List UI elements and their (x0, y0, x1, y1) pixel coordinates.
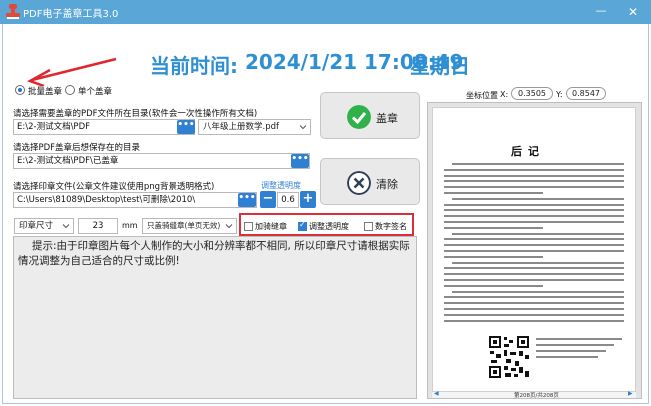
page-text-line (444, 203, 624, 206)
weekday-value: 星期日 (410, 54, 470, 78)
page-text-line (444, 238, 624, 241)
page-text-line (536, 350, 606, 352)
page-indicator: 第208页/共208页 (514, 393, 559, 399)
adjust-opacity-label[interactable]: 调整透明度 (309, 221, 349, 232)
stamp-file-input[interactable]: C:\Users\81089\Desktop\test\可删除\2010\ (13, 192, 257, 208)
next-page-button[interactable]: ▶ (628, 390, 633, 397)
page-text-line (444, 267, 624, 270)
page-text-line (452, 232, 624, 235)
output-browse-button[interactable]: ••• (291, 154, 309, 168)
page-text-line (452, 290, 624, 293)
page-text-line (452, 261, 624, 264)
page-text-line (444, 313, 624, 316)
page-text-line (444, 296, 624, 299)
prev-page-button[interactable]: ◀ (434, 390, 439, 397)
batch-mode-radio[interactable] (15, 85, 25, 95)
stamp-file-label: 请选择印章文件(公章文件建议使用png背景透明格式) (13, 182, 215, 192)
page-text-line (444, 209, 624, 212)
output-folder-label: 请选择PDF盖章后想保存在的目录 (13, 143, 141, 153)
page-text-line (444, 168, 624, 171)
stamp-browse-button[interactable]: ••• (238, 193, 256, 207)
hint-text: 提示:由于印章图片每个人制作的大小和分辨率都不相同, 所以印章尺寸请根据实际情况… (18, 240, 410, 267)
page-text-line (444, 192, 543, 194)
seam-stamp-label[interactable]: 加骑缝章 (255, 221, 287, 232)
page-heading: 后记 (511, 145, 545, 158)
pdf-file-select-value: 八年级上册数学.pdf (203, 122, 279, 132)
y-coordinate-label: Y: (556, 90, 563, 99)
coordinate-label: 坐标位置 (466, 91, 498, 100)
current-time-label: 当前时间: (150, 54, 238, 78)
chevron-down-icon (62, 224, 70, 229)
page-text-line (444, 308, 624, 310)
page-text-line (452, 197, 624, 200)
page-text-line (452, 163, 624, 165)
opacity-label: 调整透明度 (261, 181, 301, 190)
stamp-app-icon (6, 4, 20, 19)
page-text-line (444, 255, 543, 258)
page-text-line (444, 319, 624, 322)
stamp-mode-select[interactable]: 只盖骑缝章(单页无效) (142, 218, 237, 234)
stamp-button[interactable]: 盖章 (320, 92, 420, 139)
size-unit-label: mm (122, 221, 138, 230)
stamp-size-select[interactable]: 印章尺寸 (14, 218, 74, 234)
page-text-line (536, 338, 622, 340)
stamp-size-input[interactable]: 23 (78, 218, 118, 234)
page-text-line (444, 250, 624, 252)
clear-x-icon (347, 171, 371, 195)
page-text-line (444, 284, 543, 287)
single-mode-label[interactable]: 单个盖章 (78, 85, 112, 97)
check-icon (347, 105, 371, 129)
digital-signature-label[interactable]: 数字签名 (375, 221, 407, 232)
clear-button-label: 清除 (376, 178, 398, 191)
single-mode-radio[interactable] (65, 85, 75, 95)
page-text-line (444, 186, 624, 189)
red-arrow-annotation (26, 57, 117, 86)
minimize-button[interactable]: — (588, 2, 614, 22)
page-text-line (444, 221, 624, 223)
close-button[interactable]: ✕ (620, 2, 646, 22)
opacity-value-input[interactable]: 0.6 (277, 192, 299, 208)
x-coordinate-value[interactable]: 0.3505 (511, 87, 553, 100)
clear-button[interactable]: 清除 (320, 158, 420, 205)
stamp-size-select-value: 印章尺寸 (19, 221, 54, 231)
source-folder-label: 请选择需要盖章的PDF文件所在目录(软件会一次性操作所有文档) (13, 109, 258, 119)
qr-code-image (488, 335, 530, 379)
page-text-line (444, 244, 624, 247)
page-text-line (444, 279, 624, 281)
chevron-down-icon (225, 224, 233, 229)
page-text-line (444, 174, 624, 177)
page-text-line (444, 180, 624, 183)
page-text-line (444, 226, 543, 229)
adjust-opacity-checkbox[interactable] (298, 220, 307, 231)
opacity-decrease-button[interactable]: − (260, 191, 276, 208)
page-text-line (536, 344, 614, 346)
chevron-down-icon (299, 125, 307, 130)
page-text-line (444, 302, 624, 305)
page-text-line (444, 215, 624, 218)
pdf-file-select[interactable]: 八年级上册数学.pdf (198, 119, 311, 135)
window-title: PDF电子盖章工具3.0 (23, 9, 119, 20)
output-folder-input[interactable]: E:\2-测试文档\PDF\已盖章 (13, 153, 310, 169)
opacity-increase-button[interactable]: + (300, 191, 316, 208)
stamp-mode-select-value: 只盖骑缝章(单页无效) (147, 221, 221, 230)
stamp-button-label: 盖章 (376, 112, 398, 125)
digital-signature-checkbox[interactable] (364, 222, 373, 231)
seam-stamp-checkbox[interactable] (244, 222, 253, 231)
batch-mode-label[interactable]: 批量盖章 (28, 85, 62, 97)
source-folder-input[interactable]: E:\2-测试文档\PDF (13, 119, 195, 135)
y-coordinate-value[interactable]: 0.8547 (566, 87, 606, 100)
page-text-line (536, 356, 598, 358)
page-text-line (444, 273, 624, 276)
x-coordinate-label: X: (500, 90, 509, 99)
source-browse-button[interactable]: ••• (177, 120, 195, 134)
